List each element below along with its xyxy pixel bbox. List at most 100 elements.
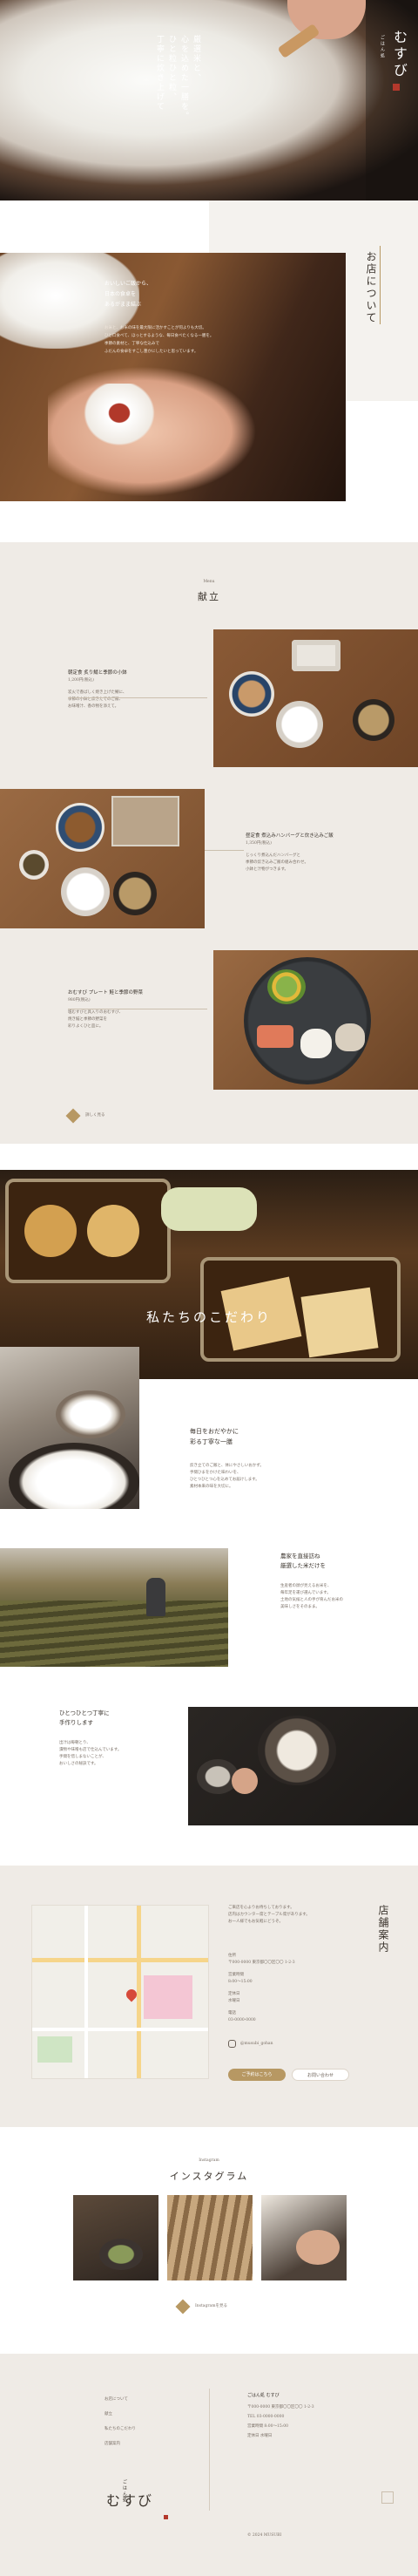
instagram-post-2[interactable] [167, 2195, 253, 2280]
contact-button[interactable]: お問い合わせ [292, 2069, 349, 2081]
diamond-icon [65, 1108, 81, 1124]
menu-item-desc-line: 炭火で香ばしく焼き上げた鯖に、 [68, 690, 127, 695]
instagram-heading: インスタグラム [169, 2171, 249, 2182]
rice-field-rows [0, 1601, 228, 1667]
kodawari-photo-1 [0, 1347, 139, 1509]
shop-field-value: 〒000-0000 東京都〇〇区〇〇 1-2-3 [228, 1961, 295, 1965]
about-body-line: お米と、お米の味を最大限に活かすことが何よりも大切。 [104, 326, 206, 330]
footer-info: 〒000-0000 東京都〇〇区〇〇 1-2-3 TEL 03-0000-000… [247, 2403, 314, 2441]
instagram-more-link[interactable]: Instagramを見る [175, 2299, 227, 2314]
brand-logo[interactable]: むすび [388, 30, 409, 79]
salmon [257, 1025, 293, 1048]
rice-bowl [61, 867, 110, 916]
menu-item-desc-line: じっくり煮込んだハンバーグと [246, 853, 300, 858]
side-dish [19, 850, 49, 880]
kodawari-title-line: 手作りします [59, 1719, 93, 1726]
kodawari-body-line: 出汁は毎朝とり、 [59, 1741, 91, 1745]
menu-more-label: 詳しく見る [85, 1113, 105, 1118]
reserve-button[interactable]: ご予約はこちら [228, 2069, 286, 2081]
bowl [229, 671, 274, 717]
instagram-post-1[interactable] [73, 2195, 158, 2280]
oden-daikon [24, 1205, 77, 1257]
instagram-post-3[interactable] [261, 2195, 347, 2280]
shop-instagram-handle: @musubi_gohan [240, 2041, 273, 2046]
footer-info-line: 〒000-0000 東京都〇〇区〇〇 1-2-3 [247, 2405, 314, 2409]
kodawari-body-line: 炊き立てのご飯と、体にやさしいおかず。 [190, 1464, 264, 1468]
shop-map[interactable] [31, 1905, 209, 2079]
about-lead-line: 日本の食卓を [104, 291, 137, 297]
about-lead: おいしいご飯から、 日本の食卓を あるがまま結ぶ [104, 279, 152, 310]
about-body-line: 季節の素材と、丁寧な仕込みで [104, 342, 159, 346]
shop-intro: ご来店を心よりお待ちしております。 店内はカウンター席とテーブル席があります。 … [228, 1905, 359, 1926]
brand-seal-icon [393, 84, 400, 91]
shop-field: 住所 [228, 1953, 367, 1960]
instagram-label-small: Instagram [199, 2158, 219, 2163]
footer-nav-link[interactable]: 店舗案内 [104, 2437, 136, 2451]
footer-company: ごはん処 むすび [247, 2393, 280, 2398]
menu-photo-2 [0, 789, 205, 928]
plate [244, 957, 371, 1084]
kodawari-block-body: 炊き立てのご飯と、体にやさしいおかず。 手間ひまをかけた味わいを、 ひとつひとつ… [190, 1463, 347, 1491]
menu-item-1: 朝定食 炙り鯖と季節の小鉢 1,200円(税込) 炭火で香ばしく焼き上げた鯖に、… [68, 669, 207, 710]
menu-item-price: 980円(税込) [68, 998, 91, 1003]
page-top-button[interactable] [381, 2491, 394, 2504]
footer-copyright: © 2024 MUSUBI [247, 2533, 282, 2538]
shop-field-value: 水曜日 [228, 1999, 240, 2003]
about-lead-line: あるがまま結ぶ [104, 302, 142, 308]
onigiri [335, 1023, 365, 1051]
onigiri [300, 1029, 332, 1058]
footer-nav-link[interactable]: お店について [104, 2392, 136, 2407]
footer-nav-link[interactable]: 献立 [104, 2407, 136, 2422]
footer-divider [209, 2389, 210, 2511]
hand [296, 2230, 340, 2265]
menu-item-3: おむすび プレート 鮭と季節の野菜 980円(税込) 塩むすびと具入りのおむすび… [68, 989, 207, 1030]
kodawari-block-title: 毎日をおだやかに 彩る丁寧な一膳 [190, 1426, 347, 1447]
kodawari-title-line: 毎日をおだやかに [190, 1428, 239, 1435]
oden-cabbage-roll [161, 1187, 257, 1231]
menu-item-desc: 塩むすびと具入りのおむすび、 焼き鮭と季節の野菜を 彩りよくひと皿に。 [68, 1009, 207, 1030]
menu-photo-3 [213, 950, 418, 1090]
map-district [144, 1975, 192, 2019]
menu-item-desc-line: 季節の炊き込みご飯の組み合わせ。 [246, 860, 308, 865]
shop-instagram-link[interactable]: @musubi_gohan [228, 2040, 273, 2048]
menu-item-desc-line: 塩むすびと具入りのおむすび、 [68, 1010, 123, 1015]
soup-bowl [353, 699, 394, 741]
bowl [99, 2239, 143, 2270]
kodawari-body-line: 生産者の顔が見えるお米を、 [280, 1584, 332, 1588]
kodawari-title-line: 彩る丁寧な一膳 [190, 1438, 233, 1445]
hero-photo [0, 0, 418, 201]
hero-copy-line: 心を込めた一膳を。 [179, 35, 188, 121]
kodawari-body-line: 毎年足を運び選んでいます。 [280, 1591, 331, 1595]
about-body-line: ふだんの食卓をすこし豊かにしたいと思っています。 [104, 350, 199, 354]
menu-item-desc-line: 小鉢と汁物がつきます。 [246, 867, 289, 872]
shop-intro-line: お一人様でもお気軽にどうぞ。 [228, 1920, 283, 1924]
footer-logo[interactable]: むすび [106, 2489, 153, 2510]
brand-prefix: ごはん処 [380, 35, 385, 59]
oden-daikon [87, 1205, 139, 1257]
kodawari-title-line: 厳選した米だけを [280, 1562, 326, 1569]
menu-more-link[interactable]: 詳しく見る [65, 1108, 105, 1124]
kodawari-body-line: おいしさの秘訣です。 [59, 1762, 98, 1766]
footer-info-line: TEL 03-0000-0000 [247, 2415, 285, 2419]
kodawari-photo-3 [188, 1707, 418, 1825]
shop-field: 電話 [228, 2010, 367, 2017]
menu-item-rule [68, 697, 207, 698]
map-road [137, 1906, 141, 2078]
kodawari-block-2: 農家を直接訪ね 厳選した米だけを 生産者の顔が見えるお米を、 毎年足を運び選んで… [280, 1552, 411, 1611]
menu-item-desc: 炭火で香ばしく焼き上げた鯖に、 季節の小鉢と炊きたてのご飯、 お味噌汁、香の物を… [68, 690, 207, 710]
shop-field-value: 8:00〜15:00 [228, 1980, 253, 1984]
grill-tray [111, 796, 179, 846]
menu-item-desc-line: お味噌汁、香の物を添えて。 [68, 704, 119, 709]
shop-intro-line: ご来店を心よりお待ちしております。 [228, 1906, 294, 1910]
footer-nav-link[interactable]: 私たちのこだわり [104, 2422, 136, 2437]
footer-nav: お店について 献立 私たちのこだわり 店舗案内 [104, 2392, 136, 2451]
map-road [32, 2028, 208, 2031]
shop-heading: 店舗案内 [377, 1905, 389, 1954]
kodawari-body-line: 手間を惜しまないことが、 [59, 1755, 106, 1759]
about-body: お米と、お米の味を最大限に活かすことが何よりも大切。 ひと口食べて、ほっとするよ… [104, 324, 335, 356]
diamond-icon [175, 2299, 191, 2314]
kodawari-body-line: ひとつひとつ心を込めてお届けします。 [190, 1478, 260, 1482]
menu-item-price: 1,200円(税込) [68, 678, 94, 683]
kodawari-block-body: 出汁は毎朝とり、 漬物や味噌も店で仕込んでいます。 手間を惜しまないことが、 お… [59, 1740, 199, 1768]
about-heading: お店について [365, 251, 377, 324]
